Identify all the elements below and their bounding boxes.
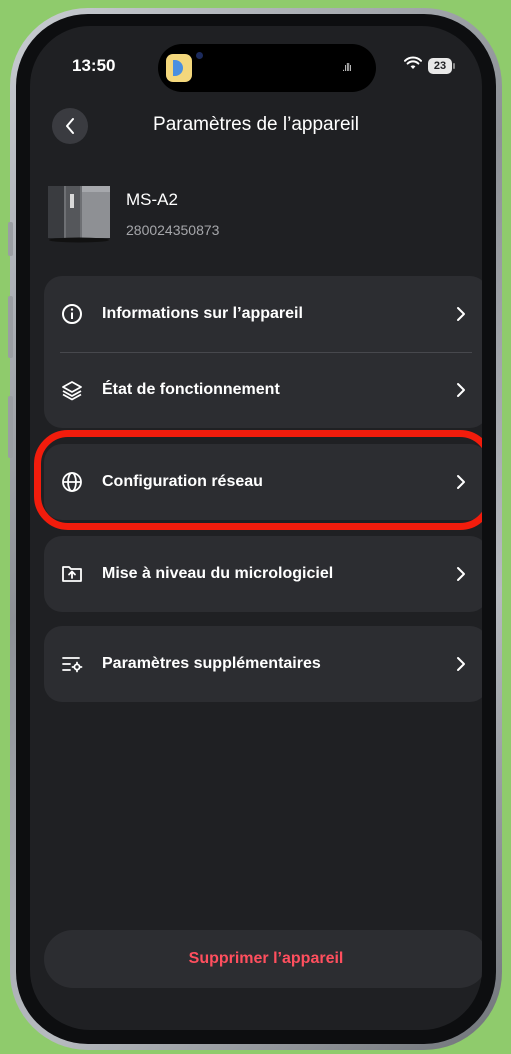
menu-item-label: Informations sur l’appareil <box>102 305 303 322</box>
extra-settings-row[interactable]: Paramètres supplémentaires <box>44 626 482 702</box>
device-settings-card: Informations sur l’appareil État de fonc… <box>44 276 482 428</box>
chevron-right-icon <box>456 382 466 398</box>
page-title: Paramètres de l’appareil <box>153 114 359 135</box>
settings-list-icon <box>60 652 84 676</box>
firmware-upgrade-row[interactable]: Mise à niveau du micrologiciel <box>44 536 482 612</box>
phone-action-button <box>8 222 13 256</box>
menu-item-operating-status[interactable]: État de fonctionnement <box>44 352 482 428</box>
menu-item-label: Paramètres supplémentaires <box>102 655 321 672</box>
battery-indicator: 23 <box>428 58 455 74</box>
chevron-right-icon <box>456 656 466 672</box>
menu-item-label: Mise à niveau du micrologiciel <box>102 565 334 582</box>
app-screen: 13:50 .ıllı 23 Paramètres de l’appareil … <box>30 26 482 1030</box>
menu-item-device-info[interactable]: Informations sur l’appareil <box>44 276 482 352</box>
app-activity-icon <box>166 54 192 82</box>
info-circle-icon <box>60 302 84 326</box>
menu-item-firmware-upgrade[interactable]: Mise à niveau du micrologiciel <box>44 536 482 612</box>
cellular-signal-icon: .ıllı <box>342 62 352 74</box>
delete-device-button[interactable]: Supprimer l’appareil <box>44 930 482 988</box>
device-name: MS-A2 <box>126 190 178 209</box>
menu-item-label: État de fonctionnement <box>102 381 280 398</box>
phone-volume-down-button <box>8 396 13 458</box>
chevron-right-icon <box>456 306 466 322</box>
menu-item-extra-settings[interactable]: Paramètres supplémentaires <box>44 626 482 702</box>
chevron-right-icon <box>456 566 466 582</box>
status-time: 13:50 <box>72 56 116 75</box>
folder-upload-icon <box>60 562 84 586</box>
camera-icon <box>196 52 203 59</box>
layers-icon <box>60 378 84 402</box>
wifi-icon <box>404 56 422 70</box>
device-serial-number: 280024350873 <box>126 222 220 238</box>
highlight-outline <box>34 430 482 530</box>
device-image <box>46 182 112 244</box>
phone-volume-up-button <box>8 296 13 358</box>
